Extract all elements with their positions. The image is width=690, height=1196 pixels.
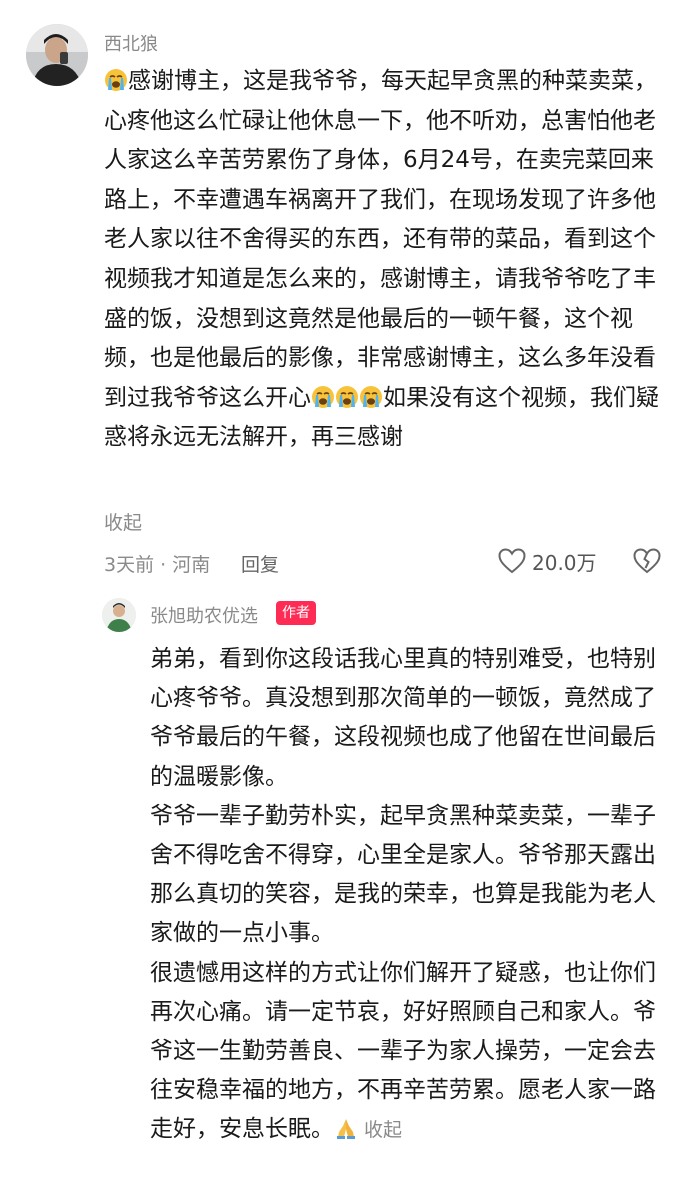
crying-face-icon bbox=[104, 68, 128, 92]
crying-face-icon bbox=[335, 385, 359, 409]
author-avatar[interactable] bbox=[102, 598, 136, 632]
comment-meta: 3天前 · 河南 bbox=[104, 554, 211, 576]
crying-face-icon bbox=[311, 385, 335, 409]
commenter-username[interactable]: 西北狼 bbox=[104, 30, 158, 56]
author-reply-text: 弟弟，看到你这段话我心里真的特别难受，也特别心疼爷爷。真没想到那次简单的一顿饭，… bbox=[150, 640, 670, 1151]
pray-icon bbox=[334, 1116, 358, 1140]
author-username[interactable]: 张旭助农优选 bbox=[150, 602, 258, 628]
reply-paragraph-last: 很遗憾用这样的方式让你们解开了疑惑，也让你们再次心痛。请一定节哀，好好照顾自己和… bbox=[150, 959, 656, 1143]
reply-paragraph: 很遗憾用这样的方式让你们解开了疑惑，也让你们再次心痛。请一定节哀，好好照顾自己和… bbox=[150, 954, 670, 1151]
dislike-button[interactable] bbox=[633, 548, 661, 578]
reply-button[interactable]: 回复 bbox=[241, 550, 279, 577]
comment-collapse-button[interactable]: 收起 bbox=[104, 508, 142, 535]
like-button[interactable]: 20.0万 bbox=[498, 546, 597, 576]
heart-icon bbox=[498, 548, 526, 574]
author-badge: 作者 bbox=[276, 601, 316, 625]
commenter-avatar[interactable] bbox=[26, 24, 88, 86]
reply-collapse-button[interactable]: 收起 bbox=[364, 1119, 402, 1141]
reply-paragraph: 爷爷一辈子勤劳朴实，起早贪黑种菜卖菜，一辈子舍不得吃舍不得穿，心里全是家人。爷爷… bbox=[150, 802, 656, 947]
comment-text: 感谢博主，这是我爷爷，每天起早贪黑的种菜卖菜，心疼他这么忙碌让他休息一下，他不听… bbox=[104, 62, 664, 458]
like-count: 20.0万 bbox=[532, 550, 597, 575]
comment-text-main: 感谢博主，这是我爷爷，每天起早贪黑的种菜卖菜，心疼他这么忙碌让他休息一下，他不听… bbox=[104, 68, 657, 411]
reply-paragraph: 弟弟，看到你这段话我心里真的特别难受，也特别心疼爷爷。真没想到那次简单的一顿饭，… bbox=[150, 646, 656, 790]
broken-heart-icon bbox=[633, 548, 661, 574]
crying-face-icon bbox=[359, 385, 383, 409]
